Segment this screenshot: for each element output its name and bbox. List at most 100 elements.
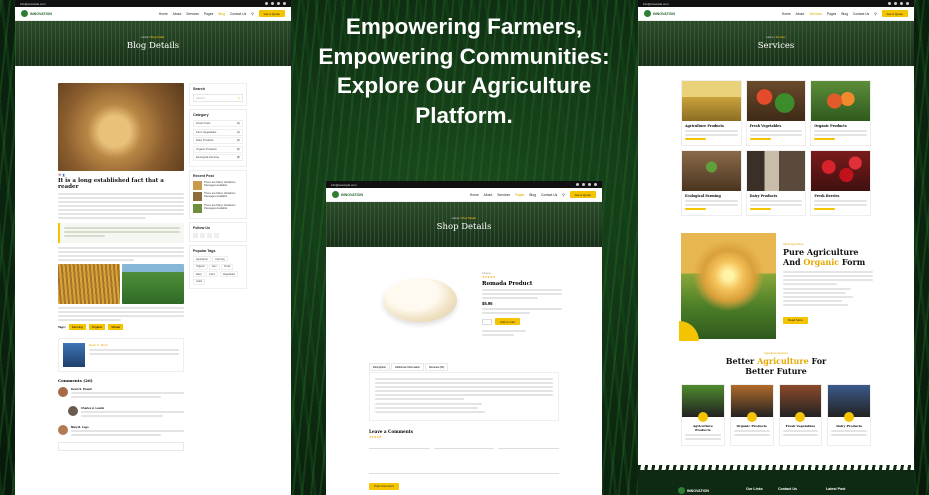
tag-organic[interactable]: Organic <box>88 324 106 330</box>
post-tags: Tags: Farming Organic Wheat <box>58 324 184 330</box>
category-item[interactable]: Dairy Products (5) <box>193 137 243 144</box>
linkedin-icon[interactable] <box>283 2 286 5</box>
message-field[interactable] <box>369 452 559 474</box>
recent-post-item[interactable]: There are Many Variations Passages Avail… <box>193 203 243 213</box>
add-to-cart-button[interactable]: Add to Cart <box>495 318 521 325</box>
popular-tag[interactable]: Organic <box>193 263 208 270</box>
sidebar-search-input[interactable]: Search... ⚲ <box>193 94 243 102</box>
nav-services[interactable]: Services <box>497 193 510 197</box>
twitter-icon[interactable] <box>582 183 585 186</box>
nav-about[interactable]: About <box>796 12 805 16</box>
product-tabs: Description Additional Information Revie… <box>369 363 560 492</box>
footer-logo[interactable]: INNOVATION <box>678 487 709 494</box>
facebook-icon[interactable] <box>265 2 268 5</box>
email-field[interactable] <box>433 442 495 449</box>
nav-about[interactable]: About <box>484 193 493 197</box>
read-more-button[interactable]: Read More <box>783 316 808 324</box>
post-gallery <box>58 264 184 304</box>
instagram-icon[interactable] <box>277 2 280 5</box>
instagram-icon[interactable] <box>207 233 212 238</box>
linkedin-icon[interactable] <box>594 183 597 186</box>
service-card[interactable]: Fresh Vegetables <box>745 80 807 146</box>
nav-home[interactable]: Home <box>470 193 479 197</box>
product-info: Cheese ★★★★★ Romada Product $5.95 Add to… <box>482 272 562 338</box>
popular-tag[interactable]: Dairy <box>193 271 205 277</box>
tab-reviews[interactable]: Reviews (03) <box>425 363 449 371</box>
nav-contact[interactable]: Contact Us <box>853 12 869 16</box>
quote-button[interactable]: Get a Quote <box>569 191 596 198</box>
category-item[interactable]: Farm Vegetables (4) <box>193 128 243 136</box>
quote-button[interactable]: Get a Quote <box>881 10 908 17</box>
linkedin-icon[interactable] <box>906 2 909 5</box>
twitter-icon[interactable] <box>271 2 274 5</box>
search-icon[interactable]: ⚲ <box>238 96 240 100</box>
popular-tag[interactable]: Farming <box>212 256 228 262</box>
instagram-icon[interactable] <box>588 183 591 186</box>
future-card[interactable]: Organic Products <box>729 384 774 446</box>
phone-field[interactable] <box>498 442 560 449</box>
quote-button[interactable]: Get a Quote <box>258 10 285 17</box>
search-icon[interactable]: ⚲ <box>562 193 564 197</box>
tag-wheat[interactable]: Wheat <box>108 324 123 330</box>
site-logo[interactable]: INNOVATION <box>21 10 52 17</box>
post-comment-button[interactable]: Post Comment <box>369 482 399 490</box>
about-title: Pure Agriculture And Organic Form <box>783 247 866 267</box>
popular-tag[interactable]: Agriculture <box>193 256 211 262</box>
category-item[interactable]: Organic Products (6) <box>193 145 243 153</box>
nav-home[interactable]: Home <box>159 12 168 16</box>
popular-tag[interactable]: Eco <box>209 263 220 270</box>
service-card[interactable]: Ecological Farming <box>681 150 742 216</box>
post-title: It is a long established fact that a rea… <box>58 178 164 190</box>
nav-blog[interactable]: Blog <box>841 12 848 16</box>
twitter-icon[interactable] <box>200 233 205 238</box>
facebook-icon[interactable] <box>576 183 579 186</box>
nav-contact[interactable]: Contact Us <box>230 12 246 16</box>
search-icon[interactable]: ⚲ <box>251 12 253 16</box>
nav-blog[interactable]: Blog <box>529 193 536 197</box>
gallery-wheat-image <box>58 264 120 304</box>
instagram-icon[interactable] <box>900 2 903 5</box>
service-card[interactable]: Fresh Berries <box>810 150 871 216</box>
nav-services[interactable]: Services <box>809 12 822 16</box>
name-field[interactable] <box>369 442 430 449</box>
popular-tag[interactable]: Grain <box>193 278 206 285</box>
service-card[interactable]: Dairy Products <box>745 150 807 216</box>
twitter-icon[interactable] <box>894 2 897 5</box>
tab-description[interactable]: Description <box>369 363 390 371</box>
category-item[interactable]: Ecological Farming (8) <box>193 154 243 161</box>
service-card[interactable]: Organic Products <box>810 80 871 146</box>
nav-about[interactable]: About <box>173 12 182 16</box>
recent-post-item[interactable]: There are Many Variations Passages Avail… <box>193 180 243 190</box>
recent-post-item[interactable]: There are Many Variations Passages Avail… <box>193 192 243 201</box>
site-logo[interactable]: INNOVATION <box>644 10 675 17</box>
popular-tag[interactable]: Farm <box>206 271 219 277</box>
nav-pages[interactable]: Pages <box>515 193 524 197</box>
search-icon[interactable]: ⚲ <box>874 12 876 16</box>
avatar <box>68 406 78 416</box>
nav-services[interactable]: Services <box>186 12 199 16</box>
comments-heading: Comments (26) <box>58 378 93 383</box>
popular-tag[interactable]: Vegetables <box>219 271 239 277</box>
facebook-icon[interactable] <box>193 233 198 238</box>
popular-tag[interactable]: Fruits <box>221 263 234 270</box>
future-card[interactable]: Dairy Products <box>827 384 871 446</box>
search-input[interactable] <box>58 442 184 451</box>
nav-blog[interactable]: Blog <box>218 12 225 16</box>
nav-pages[interactable]: Pages <box>827 12 836 16</box>
nav-home[interactable]: Home <box>782 12 791 16</box>
nav-pages[interactable]: Pages <box>204 12 213 16</box>
category-item[interactable]: Fresh Fruits (3) <box>193 120 243 127</box>
facebook-icon[interactable] <box>888 2 891 5</box>
quantity-stepper[interactable] <box>482 318 492 325</box>
linkedin-icon[interactable] <box>214 233 219 238</box>
page-hero: Home / Shop Details Shop Details <box>326 202 602 247</box>
future-card[interactable]: Fresh Vegetables <box>778 384 823 446</box>
service-card[interactable]: Agriculture Products <box>681 80 742 146</box>
future-card[interactable]: Agriculture Products <box>681 384 725 446</box>
recent-post-widget: Recent Post There are Many Variations Pa… <box>189 169 247 219</box>
service-image <box>811 81 870 121</box>
tag-farming[interactable]: Farming <box>68 324 86 330</box>
tab-additional-info[interactable]: Additional Information <box>390 363 425 371</box>
site-logo[interactable]: INNOVATION <box>332 191 363 198</box>
nav-contact[interactable]: Contact Us <box>541 193 557 197</box>
